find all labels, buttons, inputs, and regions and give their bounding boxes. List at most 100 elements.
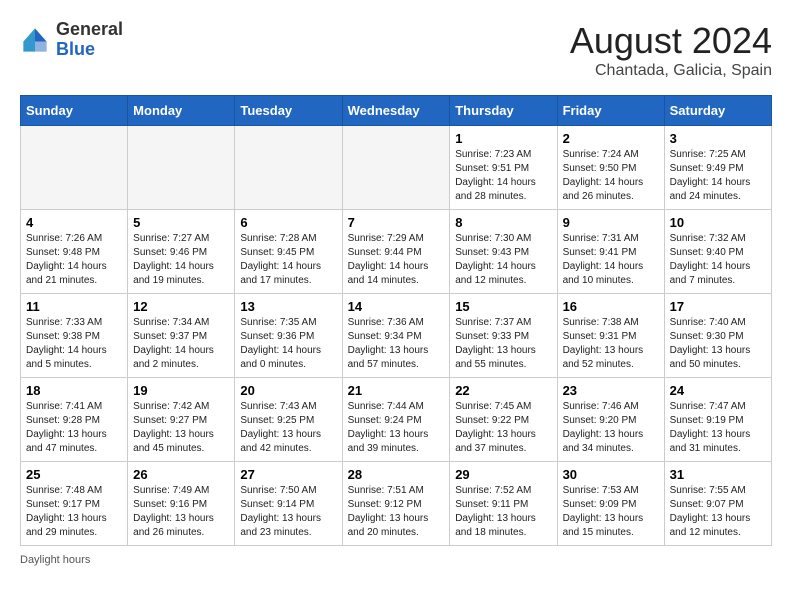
day-info: Sunrise: 7:38 AM Sunset: 9:31 PM Dayligh…	[563, 316, 659, 372]
day-info: Sunrise: 7:27 AM Sunset: 9:46 PM Dayligh…	[133, 232, 229, 288]
day-cell-6: 6 Sunrise: 7:28 AM Sunset: 9:45 PM Daylig…	[235, 210, 342, 294]
day-cell-5: 5 Sunrise: 7:27 AM Sunset: 9:46 PM Daylig…	[128, 210, 235, 294]
day-cell-10: 10 Sunrise: 7:32 AM Sunset: 9:40 PM Dayli…	[664, 210, 771, 294]
day-number: 1	[455, 131, 551, 146]
day-number: 29	[455, 467, 551, 482]
day-number: 13	[240, 299, 336, 314]
day-cell-12: 12 Sunrise: 7:34 AM Sunset: 9:37 PM Dayli…	[128, 294, 235, 378]
day-info: Sunrise: 7:35 AM Sunset: 9:36 PM Dayligh…	[240, 316, 336, 372]
calendar-week-4: 18 Sunrise: 7:41 AM Sunset: 9:28 PM Dayli…	[21, 378, 772, 462]
day-info: Sunrise: 7:51 AM Sunset: 9:12 PM Dayligh…	[348, 484, 445, 540]
day-cell-26: 26 Sunrise: 7:49 AM Sunset: 9:16 PM Dayli…	[128, 462, 235, 546]
logo-icon	[20, 25, 50, 55]
day-cell-29: 29 Sunrise: 7:52 AM Sunset: 9:11 PM Dayli…	[450, 462, 557, 546]
day-number: 30	[563, 467, 659, 482]
day-number: 14	[348, 299, 445, 314]
day-number: 7	[348, 215, 445, 230]
day-number: 18	[26, 383, 122, 398]
day-cell-27: 27 Sunrise: 7:50 AM Sunset: 9:14 PM Dayli…	[235, 462, 342, 546]
column-header-sunday: Sunday	[21, 96, 128, 126]
logo-blue: Blue	[56, 40, 123, 60]
day-cell-31: 31 Sunrise: 7:55 AM Sunset: 9:07 PM Dayli…	[664, 462, 771, 546]
day-info: Sunrise: 7:50 AM Sunset: 9:14 PM Dayligh…	[240, 484, 336, 540]
day-number: 3	[670, 131, 766, 146]
calendar-subtitle: Chantada, Galicia, Spain	[570, 62, 772, 80]
day-number: 22	[455, 383, 551, 398]
day-number: 28	[348, 467, 445, 482]
day-number: 27	[240, 467, 336, 482]
day-info: Sunrise: 7:34 AM Sunset: 9:37 PM Dayligh…	[133, 316, 229, 372]
day-cell-11: 11 Sunrise: 7:33 AM Sunset: 9:38 PM Dayli…	[21, 294, 128, 378]
logo: General Blue	[20, 20, 123, 60]
day-info: Sunrise: 7:43 AM Sunset: 9:25 PM Dayligh…	[240, 400, 336, 456]
day-number: 11	[26, 299, 122, 314]
day-info: Sunrise: 7:53 AM Sunset: 9:09 PM Dayligh…	[563, 484, 659, 540]
day-info: Sunrise: 7:24 AM Sunset: 9:50 PM Dayligh…	[563, 148, 659, 204]
title-area: August 2024 Chantada, Galicia, Spain	[570, 20, 772, 80]
day-cell-21: 21Sunrise: 7:44 AM Sunset: 9:24 PM Dayli…	[342, 378, 450, 462]
day-cell-18: 18 Sunrise: 7:41 AM Sunset: 9:28 PM Dayli…	[21, 378, 128, 462]
empty-cell	[342, 126, 450, 210]
day-number: 23	[563, 383, 659, 398]
day-cell-8: 8Sunrise: 7:30 AM Sunset: 9:43 PM Daylig…	[450, 210, 557, 294]
day-number: 26	[133, 467, 229, 482]
day-number: 12	[133, 299, 229, 314]
calendar-table: SundayMondayTuesdayWednesdayThursdayFrid…	[20, 95, 772, 546]
day-cell-20: 20 Sunrise: 7:43 AM Sunset: 9:25 PM Dayli…	[235, 378, 342, 462]
day-cell-16: 16Sunrise: 7:38 AM Sunset: 9:31 PM Dayli…	[557, 294, 664, 378]
empty-cell	[21, 126, 128, 210]
day-info: Sunrise: 7:32 AM Sunset: 9:40 PM Dayligh…	[670, 232, 766, 288]
column-header-friday: Friday	[557, 96, 664, 126]
day-info: Sunrise: 7:26 AM Sunset: 9:48 PM Dayligh…	[26, 232, 122, 288]
calendar-title: August 2024	[570, 20, 772, 62]
day-info: Sunrise: 7:40 AM Sunset: 9:30 PM Dayligh…	[670, 316, 766, 372]
logo-general: General	[56, 20, 123, 40]
day-info: Sunrise: 7:41 AM Sunset: 9:28 PM Dayligh…	[26, 400, 122, 456]
footer-note: Daylight hours	[20, 554, 772, 566]
page-header: General Blue August 2024 Chantada, Galic…	[20, 20, 772, 80]
day-cell-7: 7 Sunrise: 7:29 AM Sunset: 9:44 PM Daylig…	[342, 210, 450, 294]
day-info: Sunrise: 7:49 AM Sunset: 9:16 PM Dayligh…	[133, 484, 229, 540]
calendar-header: SundayMondayTuesdayWednesdayThursdayFrid…	[21, 96, 772, 126]
day-number: 17	[670, 299, 766, 314]
day-number: 4	[26, 215, 122, 230]
day-info: Sunrise: 7:48 AM Sunset: 9:17 PM Dayligh…	[26, 484, 122, 540]
day-number: 6	[240, 215, 336, 230]
day-number: 9	[563, 215, 659, 230]
day-number: 2	[563, 131, 659, 146]
empty-cell	[235, 126, 342, 210]
day-info: Sunrise: 7:45 AM Sunset: 9:22 PM Dayligh…	[455, 400, 551, 456]
day-number: 20	[240, 383, 336, 398]
day-cell-2: 2 Sunrise: 7:24 AM Sunset: 9:50 PM Daylig…	[557, 126, 664, 210]
day-cell-9: 9 Sunrise: 7:31 AM Sunset: 9:41 PM Daylig…	[557, 210, 664, 294]
day-cell-3: 3 Sunrise: 7:25 AM Sunset: 9:49 PM Daylig…	[664, 126, 771, 210]
calendar-week-5: 25 Sunrise: 7:48 AM Sunset: 9:17 PM Dayli…	[21, 462, 772, 546]
day-info: Sunrise: 7:55 AM Sunset: 9:07 PM Dayligh…	[670, 484, 766, 540]
day-info: Sunrise: 7:28 AM Sunset: 9:45 PM Dayligh…	[240, 232, 336, 288]
day-info: Sunrise: 7:25 AM Sunset: 9:49 PM Dayligh…	[670, 148, 766, 204]
day-cell-14: 14Sunrise: 7:36 AM Sunset: 9:34 PM Dayli…	[342, 294, 450, 378]
day-cell-23: 23 Sunrise: 7:46 AM Sunset: 9:20 PM Dayli…	[557, 378, 664, 462]
day-info: Sunrise: 7:46 AM Sunset: 9:20 PM Dayligh…	[563, 400, 659, 456]
day-info: Sunrise: 7:44 AM Sunset: 9:24 PM Dayligh…	[348, 400, 445, 456]
day-cell-17: 17 Sunrise: 7:40 AM Sunset: 9:30 PM Dayli…	[664, 294, 771, 378]
day-info: Sunrise: 7:33 AM Sunset: 9:38 PM Dayligh…	[26, 316, 122, 372]
day-cell-25: 25 Sunrise: 7:48 AM Sunset: 9:17 PM Dayli…	[21, 462, 128, 546]
day-cell-30: 30 Sunrise: 7:53 AM Sunset: 9:09 PM Dayli…	[557, 462, 664, 546]
day-info: Sunrise: 7:31 AM Sunset: 9:41 PM Dayligh…	[563, 232, 659, 288]
day-info: Sunrise: 7:37 AM Sunset: 9:33 PM Dayligh…	[455, 316, 551, 372]
day-info: Sunrise: 7:52 AM Sunset: 9:11 PM Dayligh…	[455, 484, 551, 540]
day-info: Sunrise: 7:47 AM Sunset: 9:19 PM Dayligh…	[670, 400, 766, 456]
day-number: 31	[670, 467, 766, 482]
logo-text: General Blue	[56, 20, 123, 60]
day-number: 15	[455, 299, 551, 314]
column-header-saturday: Saturday	[664, 96, 771, 126]
day-info: Sunrise: 7:29 AM Sunset: 9:44 PM Dayligh…	[348, 232, 445, 288]
day-number: 10	[670, 215, 766, 230]
day-cell-24: 24Sunrise: 7:47 AM Sunset: 9:19 PM Dayli…	[664, 378, 771, 462]
day-info: Sunrise: 7:23 AM Sunset: 9:51 PM Dayligh…	[455, 148, 551, 204]
calendar-week-3: 11 Sunrise: 7:33 AM Sunset: 9:38 PM Dayli…	[21, 294, 772, 378]
day-number: 25	[26, 467, 122, 482]
day-info: Sunrise: 7:42 AM Sunset: 9:27 PM Dayligh…	[133, 400, 229, 456]
day-number: 5	[133, 215, 229, 230]
